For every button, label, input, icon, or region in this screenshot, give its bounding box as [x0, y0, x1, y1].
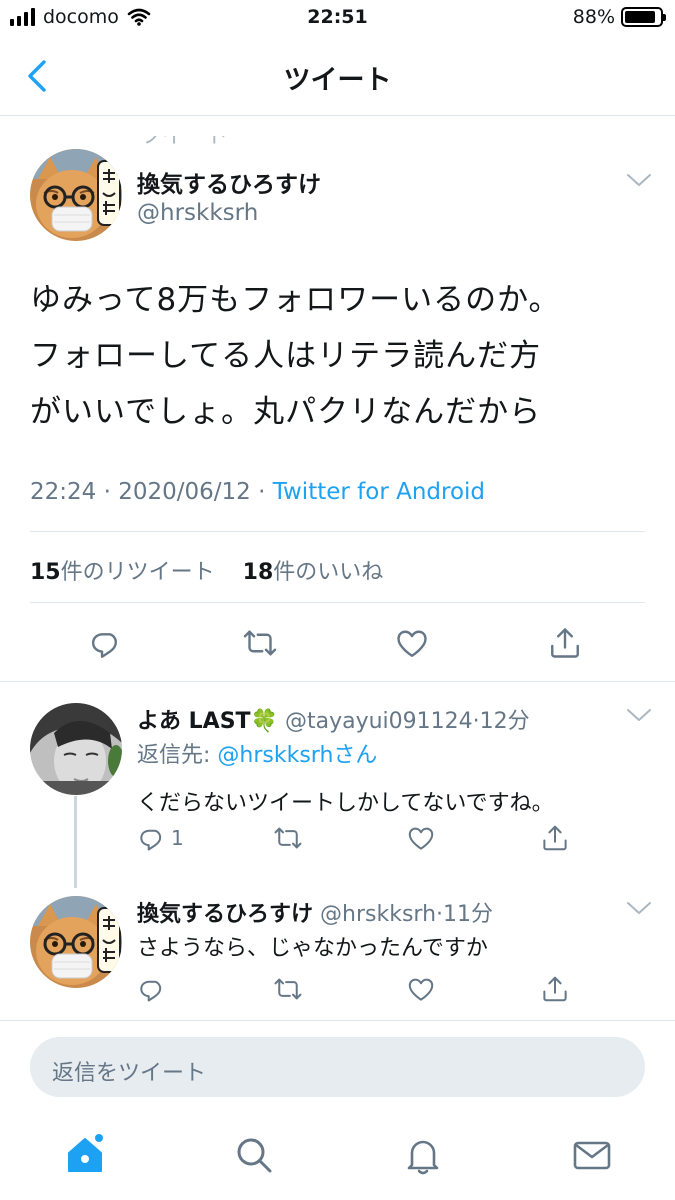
- retweet-icon: [272, 823, 304, 853]
- replying-to-label: 返信先:: [137, 743, 218, 768]
- share-icon: [547, 625, 583, 661]
- retweet-stat[interactable]: 15件のリツイート: [30, 560, 215, 585]
- tweet-client-link[interactable]: Twitter for Android: [273, 479, 485, 505]
- home-icon[interactable]: [63, 1133, 107, 1177]
- reply-button[interactable]: [137, 974, 167, 1004]
- avatar[interactable]: [30, 896, 122, 988]
- nav-header: ツイート ツイート: [0, 36, 675, 148]
- divider: [30, 602, 645, 603]
- tab-bar: [0, 1115, 675, 1200]
- avatar[interactable]: [30, 703, 122, 795]
- author-handle[interactable]: @hrskksrh: [320, 902, 436, 927]
- tweet-text-line: フォローしてる人はリテラ読んだ方: [30, 338, 542, 374]
- tweet-time: 22:24: [30, 479, 97, 505]
- meta-separator: ·: [103, 479, 119, 505]
- like-label: 件のいいね: [273, 560, 384, 585]
- like-count: 18: [242, 560, 274, 585]
- retweet-icon: [272, 974, 304, 1004]
- avatar[interactable]: [30, 149, 122, 241]
- battery-icon: [621, 7, 666, 27]
- battery-level: [625, 11, 655, 23]
- reply-count: 1: [171, 826, 184, 850]
- chevron-down-icon[interactable]: [626, 172, 652, 188]
- retweet-icon: [241, 625, 279, 661]
- main-tweet: 換気するひろすけ @hrskksrh ゆみって8万もフォロワーいるのか。 フォロ…: [0, 117, 675, 682]
- clover-emoji: 🍀: [250, 709, 278, 734]
- reply-icon: [137, 974, 167, 1004]
- time-ago: 11分: [443, 902, 494, 927]
- like-icon: [406, 974, 436, 1004]
- share-button[interactable]: [547, 625, 583, 661]
- like-icon: [394, 625, 430, 661]
- battery-percent: 88%: [572, 6, 615, 28]
- meta-separator: ·: [436, 902, 444, 927]
- reply-header: 換気するひろすけ @hrskksrh·11分: [137, 896, 493, 928]
- like-icon: [406, 823, 436, 853]
- reply-text: さようなら、じゃなかったんですか: [137, 936, 488, 961]
- notifications-icon[interactable]: [401, 1133, 445, 1177]
- like-button[interactable]: [406, 823, 436, 853]
- compose-area: 返信をツイート: [0, 1020, 675, 1115]
- tweet-date: 2020/06/12: [118, 479, 251, 505]
- share-icon: [540, 974, 570, 1004]
- chevron-down-icon[interactable]: [626, 707, 652, 723]
- like-button[interactable]: [406, 974, 436, 1004]
- like-button[interactable]: [394, 625, 430, 661]
- retweet-button[interactable]: [272, 974, 304, 1004]
- tweet-stats: 15件のリツイート 18件のいいね: [30, 554, 383, 586]
- tweet-meta: 22:24 · 2020/06/12 · Twitter for Android: [30, 479, 485, 505]
- author-handle[interactable]: @hrskksrh: [137, 200, 258, 226]
- divider: [30, 531, 645, 532]
- tweet-text: ゆみって8万もフォロワーいるのか。 フォローしてる人はリテラ読んだ方 がいいでし…: [30, 272, 650, 440]
- page-title: ツイート: [283, 65, 392, 96]
- replying-to-link[interactable]: @hrskksrhさん: [217, 743, 377, 768]
- share-button[interactable]: [540, 823, 570, 853]
- reply-icon: [137, 823, 167, 853]
- author-name[interactable]: 換気するひろすけ: [137, 165, 321, 199]
- author-handle[interactable]: @tayayui091124: [285, 709, 473, 734]
- search-icon[interactable]: [232, 1133, 276, 1177]
- status-right: 88%: [572, 6, 666, 28]
- meta-separator: ·: [472, 709, 480, 734]
- retweet-button[interactable]: [241, 625, 279, 661]
- reply-compose-input[interactable]: 返信をツイート: [30, 1037, 645, 1097]
- time-ago: 12分: [479, 709, 530, 734]
- messages-icon[interactable]: [570, 1133, 614, 1177]
- chevron-down-icon[interactable]: [626, 900, 652, 916]
- reply-tweet[interactable]: 換気するひろすけ @hrskksrh·11分 さようなら、じゃなかったんですか: [0, 868, 675, 1020]
- author-name[interactable]: よあ LAST: [137, 709, 251, 734]
- meta-separator: ·: [258, 479, 273, 505]
- reply-header: よあ LAST🍀 @tayayui091124·12分: [137, 703, 530, 735]
- replying-to: 返信先: @hrskksrhさん: [137, 737, 377, 769]
- share-button[interactable]: [540, 974, 570, 1004]
- retweet-label: 件のリツイート: [60, 560, 215, 585]
- status-bar: docomo 22:51 88%: [0, 0, 675, 36]
- reply-button[interactable]: [88, 625, 124, 661]
- share-icon: [540, 823, 570, 853]
- reply-button[interactable]: 1: [137, 823, 184, 853]
- author-name[interactable]: 換気するひろすけ: [137, 902, 313, 927]
- reply-tweet[interactable]: よあ LAST🍀 @tayayui091124·12分 返信先: @hrskks…: [0, 683, 675, 868]
- like-stat[interactable]: 18件のいいね: [243, 560, 384, 585]
- reply-icon: [88, 625, 124, 661]
- retweet-count: 15: [30, 560, 61, 585]
- tweet-text-line: がいいでしょ。丸パクリなんだから: [30, 394, 542, 430]
- reply-text: くだらないツイートしかしてないですね。: [137, 791, 554, 816]
- tweet-text-line: ゆみって8万もフォロワーいるのか。: [30, 282, 561, 318]
- retweet-button[interactable]: [272, 823, 304, 853]
